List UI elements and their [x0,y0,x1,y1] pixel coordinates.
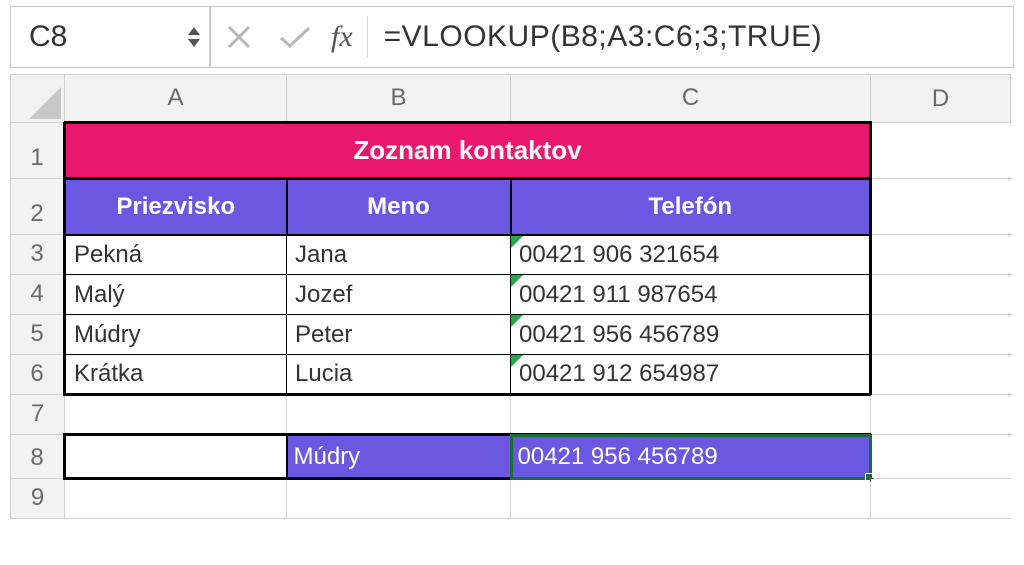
cell-d3[interactable] [871,235,1011,275]
fx-label[interactable]: fx [323,20,361,54]
row-header-3[interactable]: 3 [11,235,65,275]
column-header-c[interactable]: C [511,75,871,123]
row-header-2[interactable]: 2 [11,179,65,235]
row-header-5[interactable]: 5 [11,315,65,355]
chevron-up-icon [187,26,201,36]
cell-a6[interactable]: Krátka [65,355,287,395]
row-8: 8 Múdry 00421 956 456789 [11,435,1011,479]
cancel-button[interactable] [211,7,267,67]
formula-input[interactable]: =VLOOKUP(B8;A3:C6;3;TRUE) [374,20,1013,54]
row-6: 6 Krátka Lucia 00421 912 654987 [11,355,1011,395]
cell-b3[interactable]: Jana [287,235,511,275]
header-priezvisko[interactable]: Priezvisko [65,179,287,235]
cell-a8[interactable] [65,435,287,479]
cell-d2[interactable] [871,179,1011,235]
cell-b4[interactable]: Jozef [287,275,511,315]
cell-d8[interactable] [871,435,1011,479]
cell-d7[interactable] [871,395,1011,435]
cell-a7[interactable] [65,395,287,435]
row-header-8[interactable]: 8 [11,435,65,479]
cell-c4[interactable]: 00421 911 987654 [511,275,871,315]
row-header-9[interactable]: 9 [11,479,65,519]
cell-b5[interactable]: Peter [287,315,511,355]
row-4: 4 Malý Jozef 00421 911 987654 [11,275,1011,315]
header-telefon[interactable]: Telefón [511,179,871,235]
cell-c8[interactable]: 00421 956 456789 [511,435,871,479]
column-header-a[interactable]: A [65,75,287,123]
cell-c6[interactable]: 00421 912 654987 [511,355,871,395]
cell-d1[interactable] [871,123,1011,179]
cell-c7[interactable] [511,395,871,435]
cell-c8-value: 00421 956 456789 [518,443,718,470]
name-box[interactable]: C8 [11,7,211,67]
cell-d6[interactable] [871,355,1011,395]
name-box-stepper[interactable] [187,26,201,48]
row-header-4[interactable]: 4 [11,275,65,315]
cell-a4[interactable]: Malý [65,275,287,315]
row-1: 1 Zoznam kontaktov [11,123,1011,179]
chevron-down-icon [187,38,201,48]
cell-a9[interactable] [65,479,287,519]
close-icon [225,23,253,51]
cell-b7[interactable] [287,395,511,435]
formula-bar: C8 fx =VLOOKUP(B8;A3:C6;3;TRUE) [10,6,1014,68]
cell-c5[interactable]: 00421 956 456789 [511,315,871,355]
cell-b9[interactable] [287,479,511,519]
row-header-6[interactable]: 6 [11,355,65,395]
row-5: 5 Múdry Peter 00421 956 456789 [11,315,1011,355]
row-header-7[interactable]: 7 [11,395,65,435]
column-header-b[interactable]: B [287,75,511,123]
cell-d9[interactable] [871,479,1011,519]
cell-b6[interactable]: Lucia [287,355,511,395]
row-9: 9 [11,479,1011,519]
confirm-button[interactable] [267,7,323,67]
cell-a5[interactable]: Múdry [65,315,287,355]
row-7: 7 [11,395,1011,435]
cell-d4[interactable] [871,275,1011,315]
cell-d5[interactable] [871,315,1011,355]
row-2: 2 Priezvisko Meno Telefón [11,179,1011,235]
spreadsheet: A B C D 1 Zoznam kontaktov 2 Priezvisko … [10,74,1014,519]
column-header-row: A B C D [11,75,1011,123]
separator [367,16,368,58]
cell-c9[interactable] [511,479,871,519]
row-3: 3 Pekná Jana 00421 906 321654 [11,235,1011,275]
table-title[interactable]: Zoznam kontaktov [65,123,871,179]
grid: A B C D 1 Zoznam kontaktov 2 Priezvisko … [10,74,1011,519]
column-header-d[interactable]: D [871,75,1011,123]
name-box-value: C8 [29,20,67,54]
check-icon [278,23,312,51]
select-all-corner[interactable] [11,75,65,123]
cell-a3[interactable]: Pekná [65,235,287,275]
cell-c3[interactable]: 00421 906 321654 [511,235,871,275]
row-header-1[interactable]: 1 [11,123,65,179]
cell-b8[interactable]: Múdry [287,435,511,479]
header-meno[interactable]: Meno [287,179,511,235]
